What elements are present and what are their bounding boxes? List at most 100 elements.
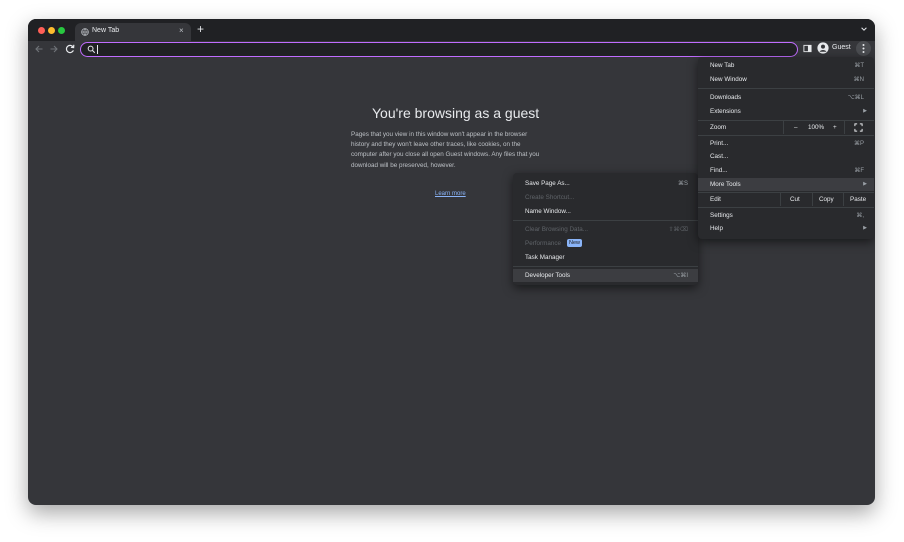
menu-item-label: Print...	[710, 140, 729, 147]
guest-avatar-icon[interactable]	[817, 42, 829, 54]
page-title: You're browsing as a guest	[372, 105, 540, 121]
menu-separator	[513, 266, 698, 267]
menu-item-help[interactable]: Help ▶	[698, 222, 874, 235]
menu-item-label: Zoom	[710, 124, 727, 131]
menu-item-label: Help	[710, 225, 723, 232]
menu-item-label: Find...	[710, 167, 728, 174]
menu-item-edit: Edit Cut Copy Paste	[698, 193, 874, 206]
side-panel-icon[interactable]	[803, 44, 812, 53]
menu-item-new-window[interactable]: New Window ⌘N	[698, 73, 874, 86]
forward-arrow-icon[interactable]	[48, 43, 60, 55]
copy-button[interactable]: Copy	[819, 196, 834, 203]
menu-item-shortcut: ⇧⌘⌫	[668, 227, 688, 233]
browser-main-menu: New Tab ⌘T New Window ⌘N Downloads ⌥⌘L E…	[698, 57, 874, 239]
menu-item-clear-browsing-data: Clear Browsing Data... ⇧⌘⌫	[513, 223, 698, 236]
menu-item-label: Task Manager	[525, 254, 565, 261]
menu-item-label: Cast...	[710, 153, 729, 160]
menu-item-more-tools[interactable]: More Tools ▶	[698, 178, 874, 191]
menu-item-task-manager[interactable]: Task Manager	[513, 251, 698, 264]
tab-new-tab[interactable]: New Tab ×	[75, 23, 191, 41]
menu-item-label: New Tab	[710, 62, 735, 69]
reload-icon[interactable]	[64, 43, 76, 55]
description-line: history and they won't leave other trace…	[351, 141, 521, 149]
zoom-in-button[interactable]: +	[833, 124, 837, 131]
profile-label[interactable]: Guest	[832, 44, 851, 51]
menu-separator	[513, 220, 698, 221]
tab-title: New Tab	[92, 27, 120, 34]
menu-item-label: Name Window...	[525, 208, 571, 215]
zoom-level: 100%	[808, 124, 825, 131]
fullscreen-icon[interactable]	[854, 123, 863, 132]
menu-item-new-tab[interactable]: New Tab ⌘T	[698, 59, 874, 72]
title-bar: New Tab × +	[28, 19, 875, 41]
menu-item-developer-tools[interactable]: Developer Tools ⌥⌘I	[513, 269, 698, 282]
menu-item-zoom: Zoom – 100% +	[698, 121, 874, 134]
menu-item-save-page[interactable]: Save Page As... ⌘S	[513, 177, 698, 190]
menu-item-shortcut: ⌘P	[853, 141, 864, 147]
menu-item-label: Settings	[710, 212, 733, 219]
submenu-arrow-icon: ▶	[863, 181, 867, 187]
menu-item-shortcut: ⌥⌘L	[847, 95, 864, 101]
menu-item-cast[interactable]: Cast...	[698, 150, 874, 163]
menu-item-shortcut: ⌘,	[856, 213, 864, 219]
menu-item-label: Edit	[710, 196, 721, 203]
divider	[780, 193, 781, 206]
menu-item-settings[interactable]: Settings ⌘,	[698, 209, 874, 222]
menu-item-label: New Window	[710, 76, 747, 83]
menu-item-create-shortcut: Create Shortcut...	[513, 191, 698, 204]
learn-more-link[interactable]: Learn more	[435, 191, 466, 197]
menu-item-shortcut: ⌘T	[854, 63, 864, 69]
menu-item-shortcut: ⌘F	[854, 168, 864, 174]
menu-item-label: Extensions	[710, 108, 741, 115]
submenu-arrow-icon: ▶	[863, 108, 867, 114]
divider	[812, 193, 813, 206]
description-line: download will be preserved, however.	[351, 161, 456, 169]
paste-button[interactable]: Paste	[850, 196, 866, 203]
guest-description: Pages that you view in this window won't…	[351, 130, 561, 171]
menu-item-label: Create Shortcut...	[525, 194, 575, 201]
minimize-window-button[interactable]	[48, 27, 55, 34]
cut-button[interactable]: Cut	[790, 196, 800, 203]
browser-window: New Tab × + Guest You're browsing as a g…	[28, 19, 875, 505]
menu-separator	[698, 135, 874, 136]
chevron-down-icon[interactable]	[860, 25, 868, 33]
address-input[interactable]	[101, 43, 781, 56]
menu-separator	[698, 207, 874, 208]
address-bar[interactable]	[80, 42, 798, 57]
menu-item-downloads[interactable]: Downloads ⌥⌘L	[698, 91, 874, 104]
divider	[783, 121, 784, 134]
menu-item-shortcut: ⌘N	[853, 77, 864, 83]
menu-item-label: Clear Browsing Data...	[525, 226, 588, 233]
menu-item-shortcut: ⌘S	[677, 181, 688, 187]
menu-item-label: Developer Tools	[525, 272, 571, 279]
search-icon	[87, 45, 96, 54]
description-line: Pages that you view in this window won't…	[351, 131, 528, 138]
menu-item-print[interactable]: Print... ⌘P	[698, 137, 874, 150]
submenu-arrow-icon: ▶	[863, 225, 867, 231]
menu-item-find[interactable]: Find... ⌘F	[698, 164, 874, 177]
close-window-button[interactable]	[38, 27, 45, 34]
zoom-window-button[interactable]	[58, 27, 65, 34]
menu-item-label: Performance	[525, 240, 562, 247]
menu-separator	[698, 88, 874, 89]
menu-item-label: More Tools	[710, 181, 741, 188]
menu-item-name-window[interactable]: Name Window...	[513, 205, 698, 218]
back-arrow-icon[interactable]	[33, 43, 45, 55]
new-tab-button[interactable]: +	[197, 22, 204, 36]
more-vert-icon	[862, 44, 865, 53]
new-badge: New	[567, 239, 583, 247]
menu-button[interactable]	[856, 41, 871, 56]
tab-close-icon[interactable]: ×	[179, 26, 184, 36]
menu-item-label: Save Page As...	[525, 180, 570, 187]
divider	[843, 193, 844, 206]
description-line: computer after you close all open Guest …	[351, 151, 540, 159]
menu-item-extensions[interactable]: Extensions ▶	[698, 105, 874, 118]
menu-item-label: Downloads	[710, 94, 742, 101]
text-cursor	[97, 45, 98, 54]
more-tools-submenu: Save Page As... ⌘S Create Shortcut... Na…	[513, 173, 698, 285]
globe-icon	[81, 28, 89, 36]
zoom-out-button[interactable]: –	[794, 124, 798, 131]
divider	[844, 121, 845, 134]
menu-item-shortcut: ⌥⌘I	[673, 273, 688, 279]
menu-item-performance: Performance New	[513, 237, 698, 250]
